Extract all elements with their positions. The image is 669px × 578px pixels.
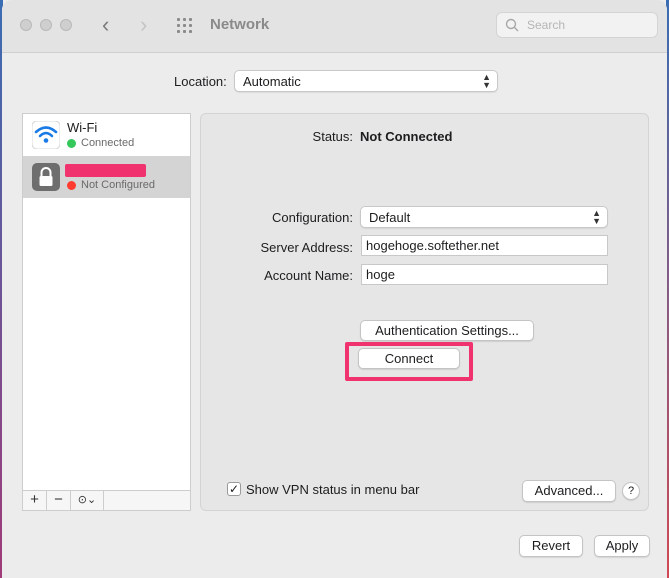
revert-button[interactable]: Revert (519, 535, 583, 557)
status-dot-green (67, 139, 76, 148)
show-all-grid-icon[interactable] (177, 18, 195, 33)
service-list[interactable]: Wi-Fi Connected Not Configured (22, 113, 191, 491)
search-placeholder: Search (527, 18, 566, 32)
server-address-field[interactable]: hogehoge.softether.net (361, 235, 608, 256)
popup-arrows-icon: ▲ ▼ (482, 72, 491, 90)
search-icon (505, 18, 519, 32)
account-name-field[interactable]: hoge (361, 264, 608, 285)
vpn-details-panel (200, 113, 649, 511)
wifi-icon (32, 121, 60, 149)
forward-icon[interactable]: › (140, 12, 147, 38)
redacted-service-name (65, 164, 146, 177)
service-item-vpn[interactable]: Not Configured (23, 156, 190, 198)
status-label: Status: (312, 129, 353, 144)
popup-arrows-icon: ▲ ▼ (592, 208, 601, 226)
show-vpn-checkbox[interactable]: ✓ (227, 482, 241, 496)
search-field[interactable]: Search (496, 12, 658, 38)
service-list-toolbar: + − ⊙⌄ (22, 490, 191, 511)
service-status: Not Configured (81, 179, 155, 191)
service-item-wifi[interactable]: Wi-Fi Connected (23, 114, 190, 156)
connect-highlight-annotation (345, 342, 473, 381)
show-vpn-label: Show VPN status in menu bar (246, 482, 420, 497)
network-window: ‹ › Network Search Location: Automatic ▲… (2, 0, 667, 578)
close-window-button[interactable] (20, 19, 32, 31)
advanced-button[interactable]: Advanced... (522, 480, 616, 502)
title-bar: ‹ › Network Search (2, 0, 667, 53)
help-button[interactable]: ? (622, 482, 640, 500)
location-label: Location: (174, 74, 227, 89)
service-name: Wi-Fi (67, 120, 98, 135)
remove-service-button[interactable]: − (47, 491, 71, 510)
authentication-settings-button[interactable]: Authentication Settings... (360, 320, 534, 341)
server-address-label: Server Address: (260, 240, 354, 255)
account-name-label: Account Name: (264, 268, 353, 283)
add-service-button[interactable]: + (23, 491, 47, 510)
lock-icon (32, 163, 60, 191)
location-popup[interactable]: Automatic ▲ ▼ (234, 70, 498, 92)
zoom-window-button[interactable] (60, 19, 72, 31)
configuration-value: Default (369, 210, 411, 225)
configuration-popup[interactable]: Default ▲ ▼ (360, 206, 608, 228)
minimize-window-button[interactable] (40, 19, 52, 31)
apply-button[interactable]: Apply (594, 535, 650, 557)
status-dot-red (67, 181, 76, 190)
status-value: Not Connected (360, 129, 453, 144)
service-status: Connected (81, 137, 135, 149)
configuration-label: Configuration: (272, 210, 353, 225)
back-icon[interactable]: ‹ (102, 12, 109, 38)
location-value: Automatic (243, 74, 301, 89)
window-title: Network (210, 16, 270, 33)
action-menu-button[interactable]: ⊙⌄ (71, 491, 104, 510)
